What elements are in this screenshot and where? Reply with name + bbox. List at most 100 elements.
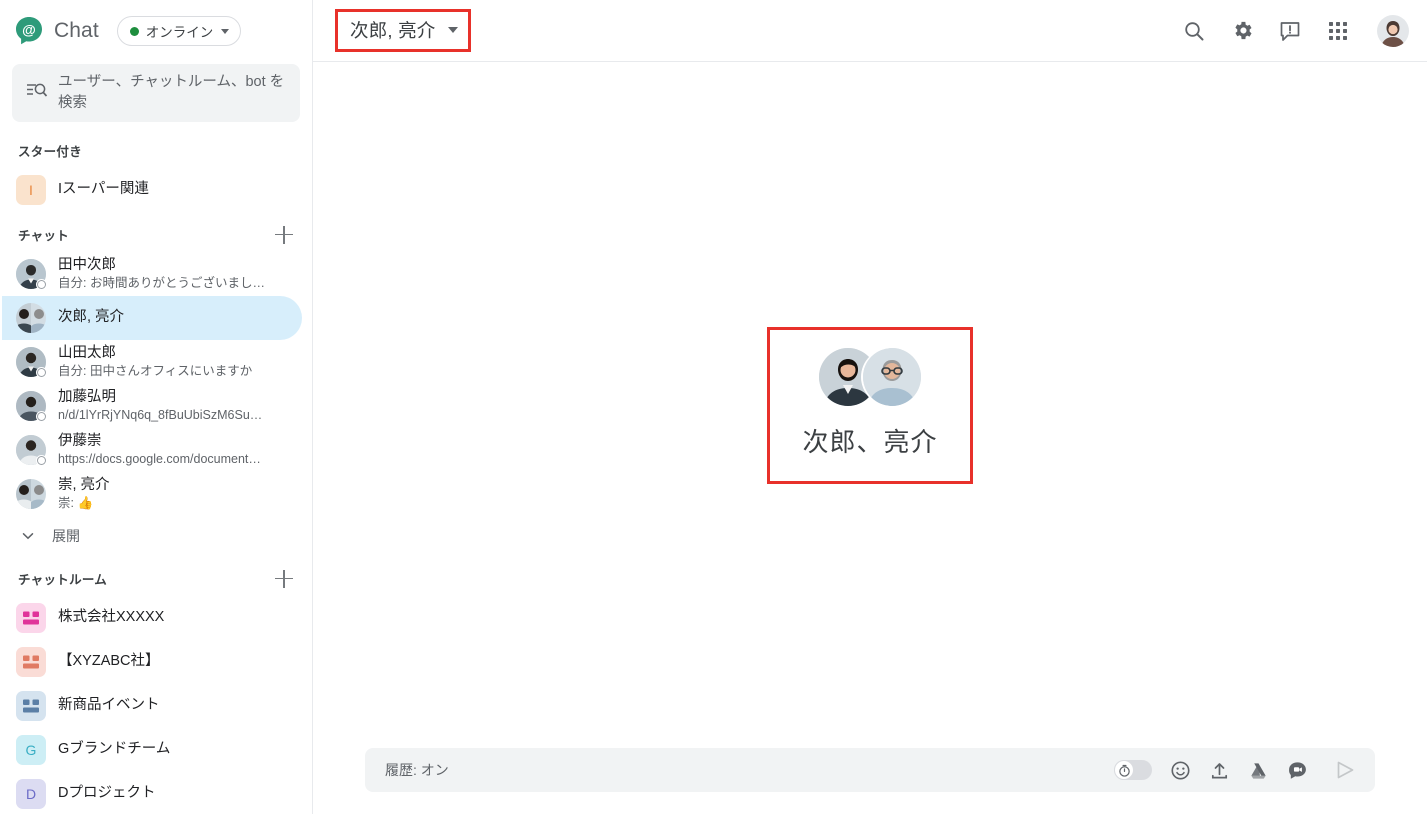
room-list-item[interactable]: 新商品イベント bbox=[2, 684, 302, 728]
feedback-icon[interactable] bbox=[1277, 18, 1303, 44]
chat-preview: https://docs.google.com/document… bbox=[58, 451, 261, 466]
history-toggle[interactable] bbox=[1114, 760, 1152, 780]
empty-state-card: 次郎、亮介 bbox=[767, 326, 973, 484]
presence-indicator bbox=[36, 278, 47, 290]
status-pill[interactable]: オンライン bbox=[116, 16, 242, 46]
chat-name: 崇, 亮介 bbox=[58, 476, 110, 493]
presence-indicator bbox=[36, 366, 47, 378]
video-chat-icon[interactable] bbox=[1286, 759, 1308, 781]
expand-label: 展開 bbox=[52, 527, 80, 544]
status-label: オンライン bbox=[145, 25, 214, 40]
chat-name: 加藤弘明 bbox=[58, 388, 116, 405]
section-chats: チャット bbox=[0, 218, 312, 252]
caret-down-icon bbox=[221, 28, 230, 34]
section-title-chats: チャット bbox=[18, 229, 70, 244]
letter-avatar: G bbox=[16, 734, 46, 765]
people-group-icon bbox=[16, 646, 46, 677]
gear-icon[interactable] bbox=[1229, 18, 1255, 44]
empty-state-title: 次郎、亮介 bbox=[802, 426, 938, 457]
sidebar-item-label: Iスーパー関連 bbox=[58, 181, 149, 198]
section-starred: スター付き bbox=[0, 134, 312, 168]
chat-list-item-selected[interactable]: 次郎, 亮介 bbox=[2, 295, 302, 340]
room-list-item[interactable]: D Dプロジェクト bbox=[2, 772, 302, 814]
avatar bbox=[16, 434, 47, 466]
room-label: Gブランドチーム bbox=[58, 741, 171, 758]
presence-indicator bbox=[36, 454, 47, 466]
chat-name: 次郎, 亮介 bbox=[58, 309, 125, 326]
search-input[interactable]: ユーザー、チャットルーム、bot を検索 bbox=[12, 64, 300, 122]
chat-list-item[interactable]: 崇, 亮介 崇: 👍 bbox=[2, 472, 302, 516]
avatar-initial: G bbox=[25, 741, 37, 758]
topbar-actions bbox=[1181, 14, 1409, 47]
avatar bbox=[16, 346, 47, 378]
svg-text:@: @ bbox=[22, 22, 36, 38]
chevron-down-icon bbox=[20, 528, 36, 544]
status-dot bbox=[129, 26, 139, 36]
section-rooms: チャットルーム bbox=[0, 562, 312, 596]
caret-down-icon bbox=[448, 27, 459, 33]
chat-at-logo-icon: @ bbox=[12, 14, 46, 48]
chat-name: 田中次郎 bbox=[58, 256, 116, 273]
chat-list-item[interactable]: 伊藤崇 https://docs.google.com/document… bbox=[2, 428, 302, 472]
chat-name: 山田太郎 bbox=[58, 344, 116, 361]
letter-avatar: D bbox=[16, 778, 46, 809]
avatar bbox=[16, 258, 47, 290]
room-list-item[interactable]: 【XYZABC社】 bbox=[2, 640, 302, 684]
message-input[interactable]: 履歴: オン bbox=[365, 748, 1375, 792]
avatar bbox=[16, 478, 46, 509]
compose-actions bbox=[1114, 758, 1357, 782]
section-title-rooms: チャットルーム bbox=[18, 573, 108, 588]
expand-chats-button[interactable]: 展開 bbox=[0, 516, 312, 556]
chat-name: 伊藤崇 bbox=[58, 432, 102, 449]
history-timer-icon bbox=[1114, 760, 1134, 780]
presence-indicator bbox=[36, 410, 47, 422]
avatar bbox=[862, 347, 921, 406]
sidebar-item-starred-0[interactable]: I Iスーパー関連 bbox=[2, 168, 302, 212]
chat-app: @ Chat オンライン ユーザー、チャットルーム、bot を検索 スター付き … bbox=[0, 0, 1427, 814]
chat-list-item[interactable]: 田中次郎 自分: お時間ありがとうございまし… bbox=[2, 252, 302, 296]
apps-grid-icon[interactable] bbox=[1325, 18, 1351, 44]
room-label: 株式会社XXXXX bbox=[58, 609, 165, 626]
google-drive-icon[interactable] bbox=[1247, 759, 1269, 781]
chat-list-item[interactable]: 加藤弘明 n/d/1lYrRjYNq6q_8fBuUbiSzM6Su… bbox=[2, 384, 302, 428]
page-title: 次郎, 亮介 bbox=[350, 20, 436, 41]
compose-wrap: 履歴: オン bbox=[313, 748, 1427, 814]
room-list-item[interactable]: G Gブランドチーム bbox=[2, 728, 302, 772]
avatar-initial: D bbox=[25, 785, 37, 802]
room-label: 【XYZABC社】 bbox=[58, 653, 160, 670]
people-group-icon bbox=[16, 602, 46, 633]
letter-avatar: I bbox=[16, 174, 46, 205]
chat-preview: 自分: お時間ありがとうございまし… bbox=[58, 275, 265, 290]
conversation-empty-state: 次郎、亮介 bbox=[313, 62, 1427, 748]
avatar-initial: I bbox=[29, 181, 33, 198]
sidebar-scroll: スター付き I Iスーパー関連 チャット 田中次郎 自分: お時間ありがとうござ… bbox=[0, 122, 312, 814]
chat-preview: n/d/1lYrRjYNq6q_8fBuUbiSzM6Su… bbox=[58, 407, 263, 422]
chat-preview: 自分: 田中さんオフィスにいますか bbox=[58, 363, 253, 378]
room-list-item[interactable]: 株式会社XXXXX bbox=[2, 596, 302, 640]
topbar: 次郎, 亮介 bbox=[313, 0, 1427, 62]
room-label: Dプロジェクト bbox=[58, 785, 156, 802]
conversation-title-dropdown[interactable]: 次郎, 亮介 bbox=[335, 9, 472, 52]
add-chat-button[interactable] bbox=[272, 223, 296, 247]
section-title-starred: スター付き bbox=[18, 145, 83, 160]
emoji-icon[interactable] bbox=[1169, 759, 1191, 781]
send-button[interactable] bbox=[1333, 758, 1357, 782]
avatar bbox=[16, 390, 47, 422]
search-icon[interactable] bbox=[1181, 18, 1207, 44]
avatar bbox=[16, 302, 46, 333]
people-group-icon bbox=[16, 690, 46, 721]
chat-preview: 崇: 👍 bbox=[58, 495, 94, 510]
add-room-button[interactable] bbox=[272, 567, 296, 591]
upload-icon[interactable] bbox=[1208, 759, 1230, 781]
main-panel: 次郎, 亮介 次郎、亮介 履歴: オン bbox=[313, 0, 1427, 814]
room-label: 新商品イベント bbox=[58, 697, 160, 714]
search-list-icon bbox=[26, 80, 48, 105]
brand-row: @ Chat オンライン bbox=[0, 0, 312, 62]
avatar[interactable] bbox=[1377, 14, 1409, 47]
chat-list-item[interactable]: 山田太郎 自分: 田中さんオフィスにいますか bbox=[2, 340, 302, 384]
sidebar: @ Chat オンライン ユーザー、チャットルーム、bot を検索 スター付き … bbox=[0, 0, 313, 814]
participant-avatars bbox=[818, 347, 921, 406]
search-placeholder: ユーザー、チャットルーム、bot を検索 bbox=[58, 73, 285, 111]
brand-name: Chat bbox=[54, 19, 99, 42]
message-placeholder: 履歴: オン bbox=[385, 762, 449, 778]
